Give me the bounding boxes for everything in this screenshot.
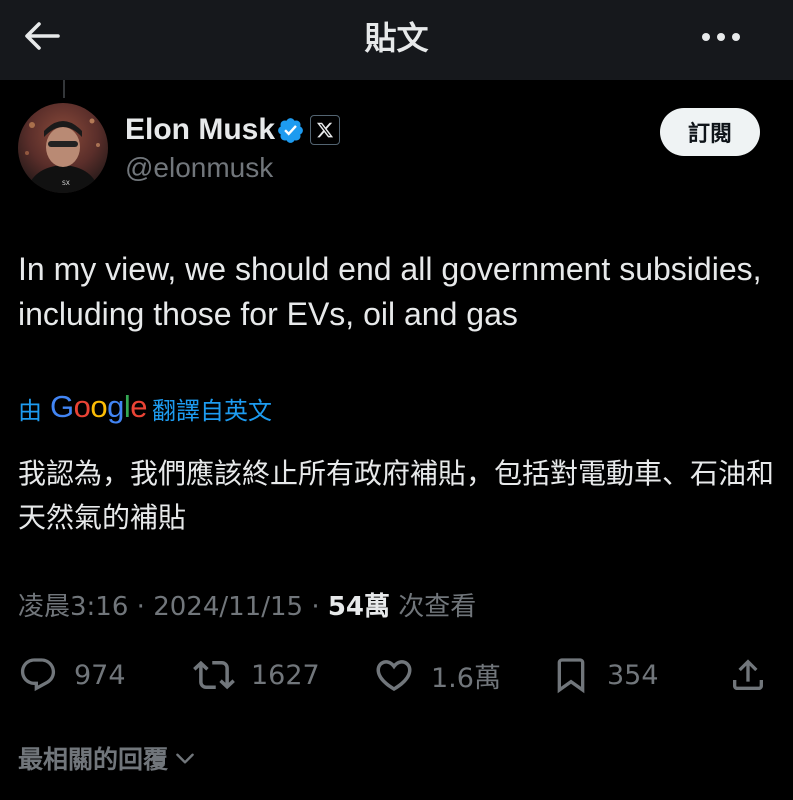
svg-text:SX: SX	[62, 180, 70, 187]
translation-prefix: 由	[18, 396, 42, 425]
author-handle[interactable]: @elonmusk	[125, 152, 273, 184]
like-button[interactable]: 1.6萬	[373, 653, 501, 697]
page-title: 貼文	[364, 19, 429, 57]
repost-icon	[193, 660, 235, 690]
bookmark-count: 354	[607, 659, 659, 691]
thread-connector-line	[63, 80, 65, 98]
translation-attribution[interactable]: 由 Google 翻譯自英文	[18, 388, 272, 428]
top-bar: 貼文	[0, 0, 793, 80]
meta-separator: ·	[136, 592, 145, 622]
avatar[interactable]: SX	[18, 103, 108, 193]
tweet-date[interactable]: 2024/11/15	[153, 592, 303, 622]
google-logo: Google	[50, 389, 148, 424]
tweet-text: In my view, we should end all government…	[18, 251, 762, 332]
reply-button[interactable]: 974	[18, 653, 126, 697]
repost-button[interactable]: 1627	[193, 653, 320, 697]
heart-icon	[376, 660, 412, 692]
views-count: 54萬	[327, 592, 391, 622]
verified-badge-icon	[278, 118, 303, 143]
meta-separator: ·	[311, 592, 320, 622]
subscribe-button[interactable]: 訂閱	[660, 108, 760, 156]
more-options-button[interactable]	[693, 22, 749, 52]
x-logo-icon[interactable]	[310, 115, 340, 145]
replies-sort-dropdown[interactable]: 最相關的回覆	[18, 738, 198, 778]
views-label: 次查看	[398, 592, 477, 622]
share-button[interactable]	[728, 653, 768, 697]
share-icon	[733, 659, 763, 690]
like-count: 1.6萬	[431, 662, 501, 694]
tweet-time[interactable]: 凌晨3:16	[18, 592, 128, 622]
reply-count: 974	[74, 659, 126, 691]
repost-count: 1627	[251, 659, 320, 691]
translation-suffix: 翻譯自英文	[152, 396, 273, 425]
replies-sort-label: 最相關的回覆	[18, 745, 169, 774]
author-name[interactable]: Elon Musk	[125, 113, 275, 147]
translated-tweet-text: 我認為，我們應該終止所有政府補貼，包括對電動車、石油和天然氣的補貼	[18, 457, 775, 534]
reply-icon	[20, 658, 56, 692]
bookmark-button[interactable]: 354	[551, 653, 659, 697]
tweet-metadata: 凌晨3:16 · 2024/11/15 · 54萬 次查看	[18, 586, 476, 623]
bookmark-icon	[557, 658, 585, 694]
more-horizontal-icon	[702, 33, 740, 41]
chevron-down-icon	[176, 753, 194, 764]
